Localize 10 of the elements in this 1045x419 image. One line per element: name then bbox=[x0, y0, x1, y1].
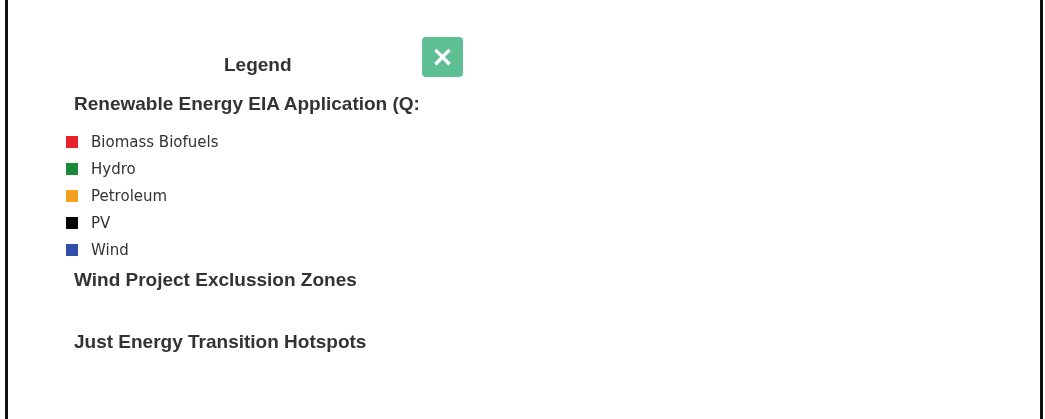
close-button[interactable]: × bbox=[422, 37, 463, 77]
legend-label: Biomass Biofuels bbox=[91, 132, 219, 151]
section-heading: Renewable Energy EIA Application (Q: bbox=[74, 93, 421, 115]
section-heading: Just Energy Transition Hotspots bbox=[74, 331, 368, 353]
legend-label: Wind bbox=[91, 240, 129, 259]
legend-title: Legend bbox=[224, 54, 292, 76]
legend-label: Petroleum bbox=[91, 186, 168, 205]
legend-label: PV bbox=[91, 213, 111, 232]
section-heading: Wind Project Exclussion Zones bbox=[74, 269, 358, 291]
legend-label: Hydro bbox=[91, 159, 136, 178]
